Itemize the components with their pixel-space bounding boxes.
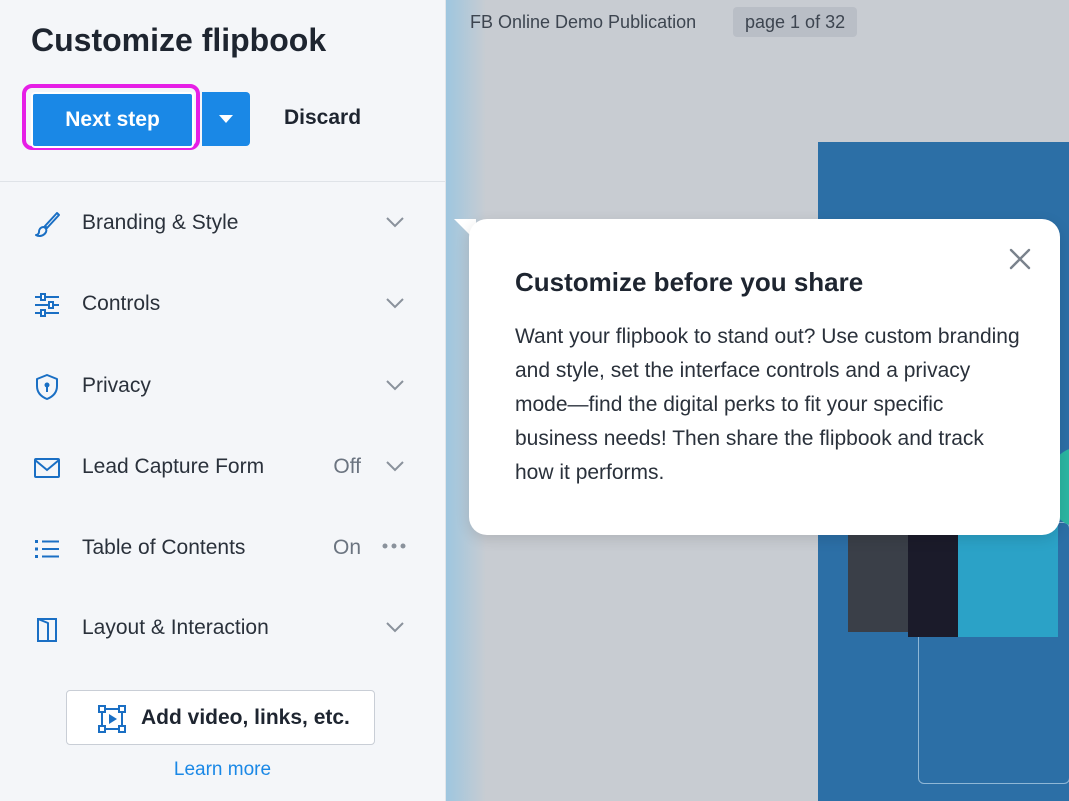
menu-item-layout-interaction[interactable]: Layout & Interaction (0, 598, 445, 658)
customize-sidebar: Customize flipbook Next step Discard Bra… (0, 0, 446, 801)
list-icon (35, 540, 59, 558)
chevron-down-icon (386, 298, 404, 309)
menu-item-label: Lead Capture Form (82, 455, 265, 478)
menu-item-label: Privacy (82, 374, 151, 397)
onboarding-popover: Customize before you share Want your fli… (469, 219, 1060, 535)
close-icon[interactable] (1007, 246, 1033, 272)
chevron-down-icon (386, 217, 404, 228)
chevron-down-icon (386, 380, 404, 391)
envelope-icon (34, 458, 60, 478)
status-on-label: On (332, 536, 361, 559)
menu-item-branding-style[interactable]: Branding & Style (0, 193, 445, 253)
sliders-icon (35, 293, 59, 317)
add-video-links-button[interactable]: Add video, links, etc. (66, 690, 375, 745)
shield-icon (36, 374, 58, 400)
preview-card (908, 527, 958, 637)
brush-icon (35, 212, 60, 237)
add-video-links-label: Add video, links, etc. (141, 706, 350, 729)
action-row: Next step Discard (22, 84, 442, 154)
more-options-icon[interactable] (381, 542, 407, 550)
menu-item-label: Controls (82, 292, 161, 315)
publication-title: FB Online Demo Publication (470, 12, 697, 32)
menu-item-label: Table of Contents (82, 536, 246, 559)
popover-body: Want your flipbook to stand out? Use cus… (515, 325, 1020, 484)
menu-item-controls[interactable]: Controls (0, 274, 445, 334)
divider (0, 181, 445, 182)
book-icon (37, 618, 57, 642)
chevron-down-icon (386, 622, 404, 633)
learn-more-link[interactable]: Learn more (0, 759, 445, 781)
chevron-down-icon (386, 461, 404, 472)
preview-card (958, 522, 1058, 637)
status-off-label: Off (333, 455, 361, 478)
discard-button[interactable]: Discard (284, 106, 361, 130)
page-indicator: page 1 of 32 (733, 7, 858, 37)
caret-down-icon (219, 115, 233, 123)
menu-item-label: Branding & Style (82, 211, 239, 234)
panel-title: Customize flipbook (31, 22, 327, 58)
next-step-dropdown-button[interactable] (202, 92, 250, 146)
menu-item-label: Layout & Interaction (82, 616, 269, 639)
menu-item-lead-capture-form[interactable]: Lead Capture Form Off (0, 437, 445, 497)
next-step-button[interactable]: Next step (31, 92, 194, 148)
popover-title: Customize before you share (515, 267, 864, 297)
menu-item-privacy[interactable]: Privacy (0, 356, 445, 416)
menu-item-table-of-contents[interactable]: Table of Contents On (0, 518, 445, 578)
video-link-icon (98, 705, 126, 733)
